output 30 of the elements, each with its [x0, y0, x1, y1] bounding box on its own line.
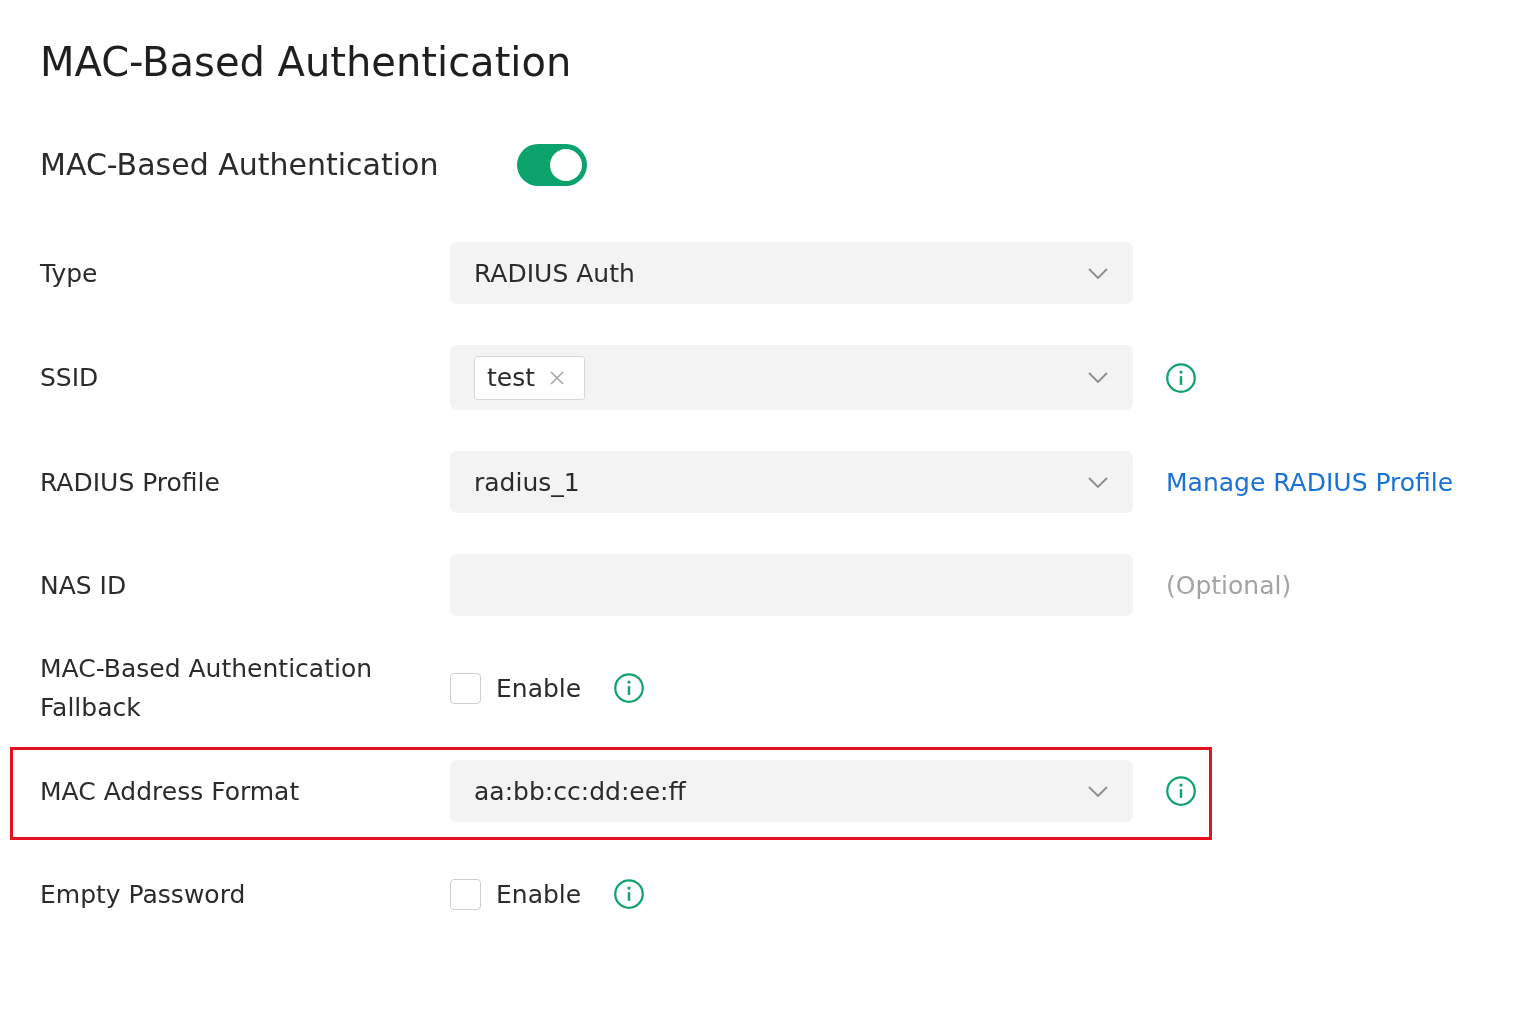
multi-select-field[interactable]: test	[450, 345, 1133, 410]
field-label: Empty Password	[40, 878, 246, 911]
field-label: SSID	[40, 362, 99, 394]
select-field[interactable]: radius_1	[450, 451, 1133, 513]
field-label: MAC Address Format	[40, 775, 300, 808]
checkbox-label: Enable	[496, 879, 582, 909]
setting-label: MAC-Based Authentication	[40, 146, 439, 184]
page-title: MAC-Based Authentication	[40, 38, 572, 87]
close-icon[interactable]	[550, 370, 564, 385]
caret-icon	[1088, 372, 1108, 383]
checkbox[interactable]	[450, 672, 481, 704]
caret-icon	[1088, 267, 1108, 279]
info-icon[interactable]	[1166, 362, 1196, 393]
select-field[interactable]: RADIUS Auth	[450, 242, 1133, 304]
checkbox-label: Enable	[496, 673, 582, 703]
caret-icon	[1088, 785, 1108, 797]
field-label: RADIUS Profile	[40, 466, 220, 499]
toggle-switch[interactable]	[517, 144, 587, 186]
field-label: NAS ID	[40, 569, 127, 602]
manage-profile-link[interactable]: Manage RADIUS Profile	[1166, 467, 1454, 497]
tag-label: test	[487, 362, 535, 393]
info-icon[interactable]	[614, 673, 645, 703]
optional-hint: (Optional)	[1166, 570, 1292, 600]
caret-icon	[1088, 476, 1108, 488]
field-label: Type	[40, 257, 98, 290]
field-label: MAC-Based Authentication Fallback	[40, 653, 374, 724]
select-field[interactable]: aa:bb:cc:dd:ee:ff	[450, 760, 1133, 822]
info-icon[interactable]	[1166, 776, 1196, 806]
info-icon[interactable]	[614, 879, 645, 909]
checkbox[interactable]	[450, 878, 481, 910]
